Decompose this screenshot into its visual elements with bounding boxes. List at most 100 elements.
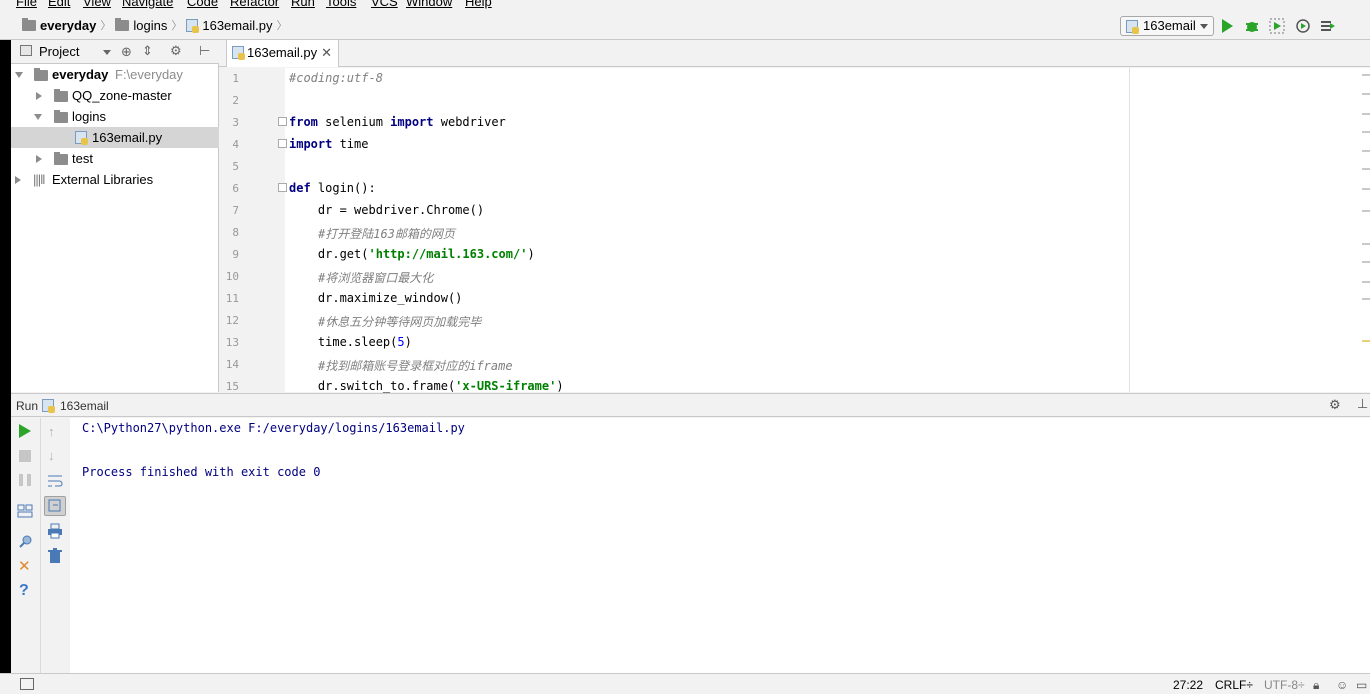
- lock-icon[interactable]: 🔒︎: [1313, 678, 1319, 693]
- tree-item-everyday[interactable]: everyday F:\everyday: [11, 64, 219, 85]
- tree-item-test[interactable]: test: [11, 148, 219, 169]
- soft-wrap-icon[interactable]: [47, 473, 63, 489]
- chevron-down-icon[interactable]: [103, 50, 111, 55]
- restore-layout-icon[interactable]: [17, 503, 33, 519]
- run-config-tab[interactable]: 163email: [60, 399, 109, 413]
- help-icon[interactable]: ?: [19, 583, 35, 599]
- close-icon[interactable]: ✕: [18, 559, 34, 575]
- tab-163email[interactable]: 163email.py ✕: [226, 40, 339, 67]
- code-comment: #coding:utf-8: [289, 71, 383, 85]
- menu-window[interactable]: Window: [406, 0, 452, 9]
- project-panel-header: Project ⊕ ⇕ ⚙ ⊢: [11, 40, 219, 64]
- project-view-selector[interactable]: Project: [39, 44, 79, 59]
- menu-file[interactable]: File: [16, 0, 37, 9]
- caret-position[interactable]: 27:22: [1173, 678, 1203, 692]
- close-icon[interactable]: ✕: [321, 40, 332, 66]
- console-line: Process finished with exit code 0: [82, 465, 321, 479]
- menu-run[interactable]: Run: [291, 0, 315, 9]
- editor-tab-bar: 163email.py ✕: [219, 40, 1370, 67]
- window-edge: [0, 0, 11, 694]
- toggle-panels-icon[interactable]: [20, 678, 34, 690]
- tree-item-logins[interactable]: logins: [11, 106, 219, 127]
- code-text: webdriver: [433, 115, 506, 129]
- menu-refactor[interactable]: Refactor: [230, 0, 279, 9]
- fold-marker-icon[interactable]: [278, 139, 287, 148]
- chevron-down-icon: [1200, 24, 1208, 29]
- code-keyword: import: [390, 115, 434, 129]
- breadcrumb-project[interactable]: everyday: [40, 18, 96, 33]
- code-line: dr.get('http://mail.163.com/'): [289, 247, 535, 261]
- up-arrow-icon[interactable]: ↑: [48, 424, 64, 440]
- code-line: #找到邮箱账号登录框对应的iframe: [318, 357, 513, 374]
- code-number: 5: [397, 335, 405, 349]
- print-icon[interactable]: [47, 523, 63, 539]
- line-number: 7: [232, 204, 239, 217]
- folder-icon: [34, 68, 48, 81]
- pin-icon[interactable]: [17, 534, 33, 550]
- trash-icon[interactable]: [47, 548, 63, 564]
- menu-edit[interactable]: Edit: [48, 0, 70, 9]
- event-log-icon[interactable]: ▭: [1356, 678, 1367, 692]
- menu-vcs[interactable]: VCS: [371, 0, 398, 9]
- code-text: dr.get(: [289, 247, 369, 261]
- menu-code[interactable]: Code: [187, 0, 218, 9]
- coverage-icon[interactable]: [1269, 18, 1285, 34]
- expand-arrow-icon[interactable]: [36, 155, 42, 163]
- fold-marker-icon[interactable]: [278, 117, 287, 126]
- code-text: login():: [310, 181, 376, 195]
- code-string: 'http://mail.163.com/': [368, 247, 528, 261]
- library-icon: |||‖: [33, 172, 45, 187]
- code-line: def login():: [289, 181, 376, 195]
- line-number: 11: [225, 292, 239, 305]
- menu-view[interactable]: View: [83, 0, 111, 9]
- tree-item-label: External Libraries: [52, 172, 154, 187]
- code-text: time: [332, 137, 369, 151]
- line-number: 9: [232, 248, 239, 261]
- breadcrumb-folder[interactable]: logins: [133, 18, 167, 33]
- folder-icon: [115, 17, 130, 31]
- line-separator[interactable]: CRLF÷: [1215, 678, 1253, 692]
- menu-navigate[interactable]: Navigate: [122, 0, 173, 9]
- expand-arrow-icon[interactable]: [15, 176, 21, 184]
- tree-item-label: logins: [72, 109, 106, 124]
- tree-item-external-libraries[interactable]: |||‖ External Libraries: [11, 169, 219, 190]
- editor-scrollbar-markers[interactable]: [1362, 68, 1370, 392]
- fold-marker-icon[interactable]: [278, 183, 287, 192]
- tree-item-qq-zone-master[interactable]: QQ_zone-master: [11, 85, 219, 106]
- expand-arrow-icon[interactable]: [34, 114, 42, 120]
- expand-arrow-icon[interactable]: [36, 92, 42, 100]
- down-arrow-icon[interactable]: ↓: [48, 448, 64, 464]
- pause-icon[interactable]: [19, 474, 35, 490]
- project-tree: everyday F:\everyday QQ_zone-master logi…: [11, 64, 219, 392]
- file-encoding[interactable]: UTF-8÷: [1264, 678, 1305, 692]
- line-number: 12: [225, 314, 239, 327]
- run-console[interactable]: C:\Python27\python.exe F:/everyday/login…: [70, 418, 1370, 673]
- concurrency-icon[interactable]: [1320, 18, 1336, 34]
- right-margin-guide: [1129, 68, 1130, 392]
- folder-icon: [54, 89, 68, 102]
- gear-icon[interactable]: ⚙: [1329, 397, 1341, 413]
- run-icon[interactable]: [1222, 18, 1238, 34]
- stop-icon[interactable]: [19, 450, 35, 466]
- menu-tools[interactable]: Tools: [326, 0, 356, 9]
- tree-item-163email[interactable]: 163email.py: [11, 127, 219, 148]
- inspector-icon[interactable]: ☺: [1336, 678, 1348, 692]
- target-icon[interactable]: ⊕: [121, 44, 132, 60]
- hide-panel-icon[interactable]: ⊥: [1357, 396, 1368, 412]
- collapse-icon[interactable]: ⇕: [142, 43, 153, 59]
- gear-icon[interactable]: ⚙: [170, 43, 182, 59]
- rerun-icon[interactable]: [19, 424, 35, 440]
- line-number: 10: [225, 270, 239, 283]
- profile-icon[interactable]: [1295, 18, 1311, 34]
- hide-icon[interactable]: ⊢: [199, 43, 210, 59]
- scroll-to-end-icon[interactable]: [44, 496, 66, 516]
- code-keyword: from: [289, 115, 318, 129]
- expand-arrow-icon[interactable]: [15, 72, 23, 78]
- run-panel-title: Run: [16, 399, 39, 413]
- breadcrumb-file[interactable]: 163email.py: [202, 18, 272, 33]
- run-config-selector[interactable]: 163email: [1120, 16, 1214, 36]
- menu-help[interactable]: Help: [465, 0, 492, 9]
- run-config-label: 163email: [1143, 18, 1196, 33]
- code-line: time.sleep(5): [289, 335, 412, 349]
- debug-icon[interactable]: [1244, 18, 1260, 34]
